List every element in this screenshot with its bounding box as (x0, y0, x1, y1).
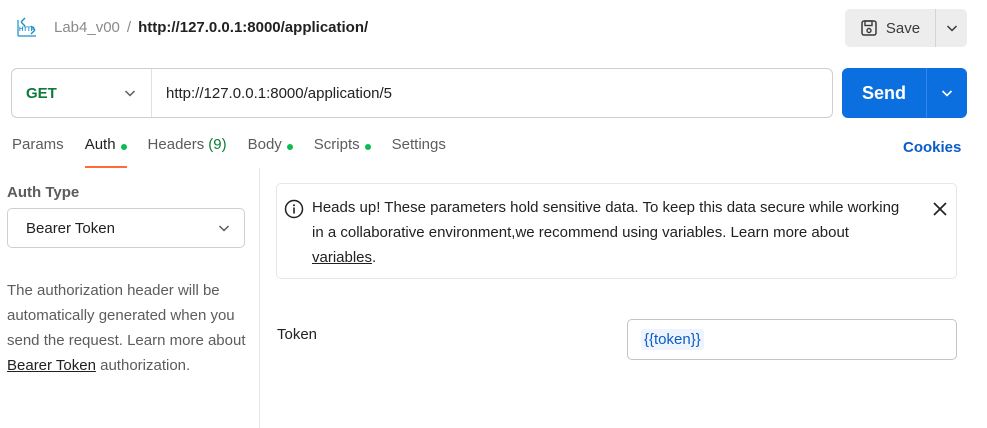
auth-description: The authorization header will be automat… (7, 278, 247, 378)
auth-type-label: Auth Type (7, 184, 80, 201)
tab-scripts[interactable]: Scripts (314, 136, 371, 168)
close-icon[interactable] (931, 200, 949, 218)
tab-label: Auth (84, 136, 116, 153)
chevron-down-icon (946, 25, 957, 32)
alert-message: Heads up! These parameters hold sensitiv… (312, 195, 912, 270)
save-button[interactable]: Save (845, 9, 936, 47)
status-dot (286, 144, 293, 150)
tab-label: Headers (147, 136, 205, 153)
auth-sidebar: Auth Type Bearer Token The authorization… (0, 168, 260, 428)
http-icon: HTTP (17, 17, 36, 37)
token-variable: {{token}} (641, 329, 704, 350)
url-input[interactable] (152, 69, 832, 117)
tab-label: Scripts (313, 136, 360, 153)
save-icon (861, 20, 877, 36)
headers-count: (9) (208, 136, 227, 153)
request-name[interactable]: http://127.0.0.1:8000/application/ (138, 19, 368, 36)
send-button[interactable]: Send (842, 68, 927, 118)
request-header: HTTP Lab4_v00 / http://127.0.0.1:8000/ap… (0, 0, 987, 58)
save-label: Save (885, 19, 921, 37)
chevron-down-icon (124, 90, 136, 97)
svg-text:HTTP: HTTP (19, 27, 35, 33)
cookies-link[interactable]: Cookies (903, 139, 961, 156)
auth-desc-text: The authorization header will be automat… (7, 282, 246, 349)
status-dot (120, 144, 127, 150)
tab-params[interactable]: Params (12, 136, 64, 168)
tab-settings[interactable]: Settings (392, 136, 446, 168)
bearer-token-link[interactable]: Bearer Token (7, 357, 96, 374)
request-tabs: Params Auth Headers (9) Body Scripts Sett… (12, 136, 467, 168)
save-button-group: Save (845, 9, 967, 47)
url-bar: GET (11, 68, 833, 118)
tab-label: Params (12, 136, 64, 153)
chevron-down-icon (218, 225, 230, 232)
breadcrumb: Lab4_v00 / http://127.0.0.1:8000/applica… (54, 19, 368, 36)
token-input[interactable]: {{token}} (627, 319, 957, 360)
alert-text: Heads up! These parameters hold sensitiv… (312, 199, 900, 241)
token-label: Token (277, 326, 318, 343)
breadcrumb-collection[interactable]: Lab4_v00 (54, 19, 120, 36)
status-dot (364, 144, 371, 150)
method-select[interactable]: GET (12, 69, 152, 117)
variables-link[interactable]: variables (312, 249, 372, 266)
tab-label: Settings (391, 136, 446, 153)
auth-type-select[interactable]: Bearer Token (7, 208, 245, 248)
tab-auth[interactable]: Auth (84, 136, 127, 168)
info-icon (284, 199, 304, 219)
breadcrumb-separator: / (126, 19, 132, 36)
tab-headers[interactable]: Headers (9) (148, 136, 227, 168)
sensitive-data-alert: Heads up! These parameters hold sensitiv… (276, 183, 957, 279)
send-button-group: Send (842, 68, 967, 118)
method-label: GET (26, 84, 57, 102)
chevron-down-icon (941, 90, 953, 97)
tab-body[interactable]: Body (248, 136, 293, 168)
auth-desc-end: authorization. (95, 357, 191, 374)
auth-type-value: Bearer Token (26, 219, 115, 237)
save-options-button[interactable] (936, 9, 967, 47)
send-options-button[interactable] (927, 68, 967, 118)
tab-label: Body (247, 136, 282, 153)
alert-text-end: . (372, 249, 377, 266)
